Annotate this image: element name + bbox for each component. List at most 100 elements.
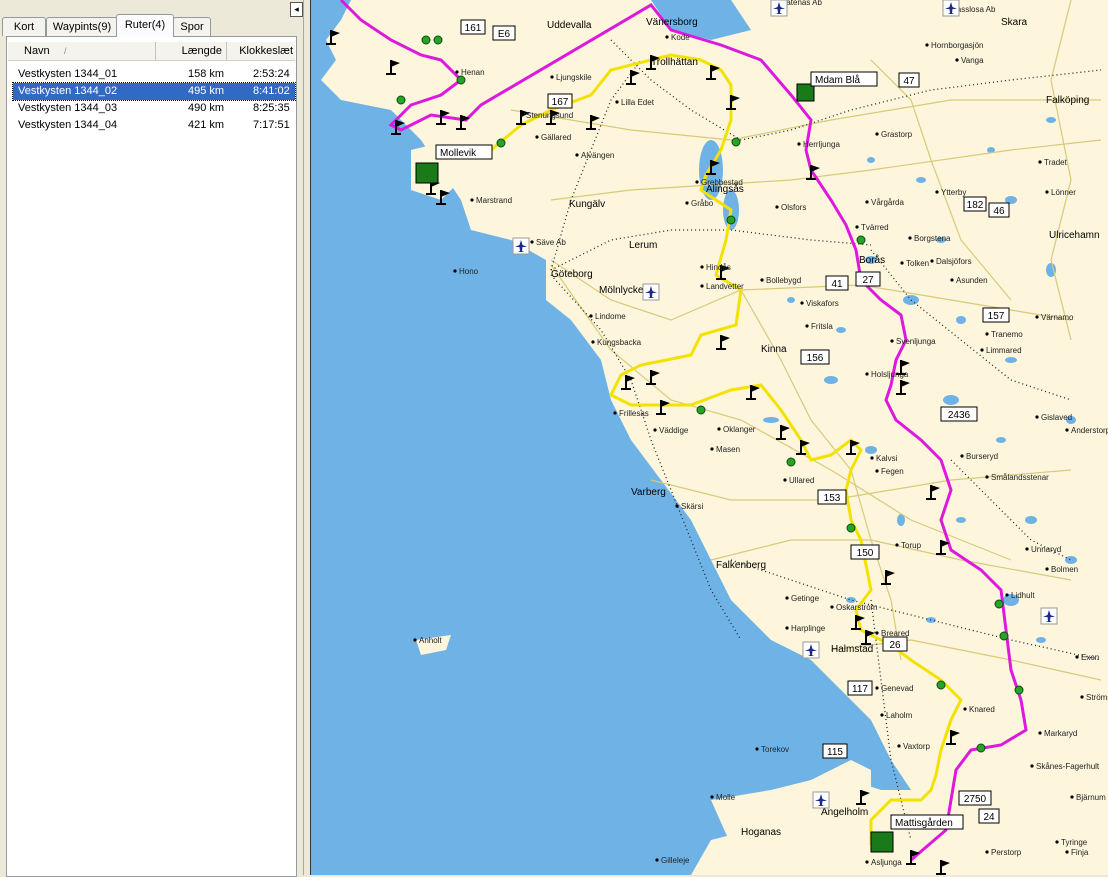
- place-label: Tyringe: [1061, 838, 1088, 847]
- place-label: Bjärnum: [1076, 793, 1106, 802]
- route-row[interactable]: Vestkysten 1344_01 158 km 2:53:24: [13, 66, 295, 83]
- route-point: [994, 599, 1004, 609]
- place-label: Kalvsi: [876, 454, 898, 463]
- airport-icon: [512, 237, 530, 255]
- left-triangle-icon: ◂: [294, 4, 299, 14]
- place: Lilla Edet: [615, 98, 655, 107]
- place-label: Dalsjöfors: [936, 257, 972, 266]
- road-number: 41: [831, 279, 843, 290]
- route-point: [786, 457, 796, 467]
- road-number: 156: [807, 353, 824, 364]
- place: Perstorp: [985, 848, 1022, 857]
- route-name: Vestkysten 1344_02: [18, 85, 118, 97]
- column-header-name[interactable]: Navn /: [8, 42, 156, 60]
- road-shield: 157: [982, 307, 1010, 323]
- city-label: Skara: [1001, 17, 1028, 28]
- place: Grebbestad: [695, 178, 743, 187]
- route-point: [846, 523, 856, 533]
- place-label: Frillesas: [619, 409, 649, 418]
- place: Breared: [875, 629, 909, 638]
- route-point: [936, 680, 946, 690]
- place-label: Torup: [901, 541, 922, 550]
- road-number: 117: [852, 684, 868, 695]
- route-row[interactable]: Vestkysten 1344_02 495 km 8:41:02: [12, 82, 296, 101]
- airport-icon: [802, 641, 820, 659]
- place-label: Kungsbacka: [597, 338, 642, 347]
- place: Frillesas: [613, 409, 649, 418]
- route-row[interactable]: Vestkysten 1344_03 490 km 8:25:35: [13, 100, 295, 117]
- lake: [916, 177, 926, 183]
- lake: [1046, 117, 1056, 123]
- place-label: Herrljunga: [803, 140, 840, 149]
- airport-icon: [1040, 607, 1058, 625]
- place: Oklanger: [717, 425, 756, 434]
- route-point: [976, 743, 986, 753]
- place: Limmared: [980, 346, 1022, 355]
- route-row[interactable]: Vestkysten 1344_04 421 km 7:17:51: [13, 117, 295, 134]
- place: Bjärnum: [1070, 793, 1106, 802]
- road-shield: 161: [460, 19, 486, 35]
- road-shield: 26: [882, 636, 908, 652]
- road-number: 27: [862, 275, 874, 286]
- place-label: Skärsi: [681, 502, 703, 511]
- place: Lönner: [1045, 188, 1076, 197]
- lake: [1025, 516, 1037, 524]
- place: Värnamo: [1035, 313, 1074, 322]
- lake: [996, 437, 1006, 443]
- city-label: Kinna: [761, 344, 787, 355]
- route-length: 495 km: [188, 85, 225, 97]
- place-label: Viskafors: [806, 299, 839, 308]
- place-label: Vanga: [961, 56, 984, 65]
- place: Markaryd: [1038, 729, 1077, 738]
- lake: [1005, 357, 1017, 363]
- place: Holsljunga: [865, 370, 909, 379]
- place: Alvängen: [575, 151, 614, 160]
- route-name: Vestkysten 1344_01: [18, 68, 118, 80]
- road-number: 157: [988, 311, 1005, 322]
- place: Gislaved: [1035, 413, 1072, 422]
- place-label: Harplinge: [791, 624, 826, 633]
- column-header-time[interactable]: Klokkeslæt: [227, 42, 295, 60]
- route-point: [396, 95, 406, 105]
- place: Herrljunga: [797, 140, 840, 149]
- city-label: Varberg: [631, 487, 666, 498]
- road-number: E6: [498, 29, 511, 40]
- place-label: Asunden: [956, 276, 988, 285]
- road-number: 182: [967, 200, 984, 211]
- route-time: 8:41:02: [253, 85, 290, 97]
- route-point: [421, 35, 431, 45]
- place-label: Bollebygd: [766, 276, 801, 285]
- place-label: Väddige: [659, 426, 689, 435]
- place-label: Anderstorp: [1071, 426, 1108, 435]
- place: Skånes-Fagerhult: [1030, 762, 1100, 771]
- place-label: Strömsnäs: [1086, 693, 1108, 702]
- place-label: Tvärred: [861, 223, 889, 232]
- place: Vaxtorp: [897, 742, 931, 751]
- route-length: 421 km: [188, 119, 225, 131]
- place-label: Fritsla: [811, 322, 833, 331]
- place: Väddige: [653, 426, 689, 435]
- map-canvas[interactable]: 161 E6 167 47 182 46 27 41 157 156 2436 153 150 26 117…: [311, 0, 1108, 875]
- place-label: Masen: [716, 445, 740, 454]
- route-point: [999, 631, 1009, 641]
- tab-waypoints[interactable]: Waypints(9): [46, 17, 118, 36]
- place: Oskarstrom: [830, 603, 878, 612]
- lake: [763, 417, 779, 423]
- place-label: Vårgårda: [871, 198, 904, 207]
- route-time: 8:25:35: [253, 102, 290, 114]
- city-label: Falköping: [1046, 95, 1089, 106]
- place: Laholm: [880, 711, 913, 720]
- column-header-length[interactable]: Længde: [156, 42, 227, 60]
- poi-label: Mdam Blå: [815, 74, 860, 86]
- route-name: Vestkysten 1344_03: [18, 102, 118, 114]
- place-label: Hornborgasjön: [931, 41, 983, 50]
- tab-kort[interactable]: Kort: [2, 17, 46, 36]
- place: Knared: [963, 705, 995, 714]
- tab-spor[interactable]: Spor: [173, 17, 211, 36]
- tab-ruter[interactable]: Ruter(4): [116, 14, 174, 37]
- lake: [956, 316, 966, 324]
- road-number: 46: [993, 206, 1005, 217]
- map-view[interactable]: 161 E6 167 47 182 46 27 41 157 156 2436 153 150 26 117…: [310, 0, 1108, 875]
- place-label: Bolmen: [1051, 565, 1078, 574]
- road-shield: 153: [817, 489, 847, 505]
